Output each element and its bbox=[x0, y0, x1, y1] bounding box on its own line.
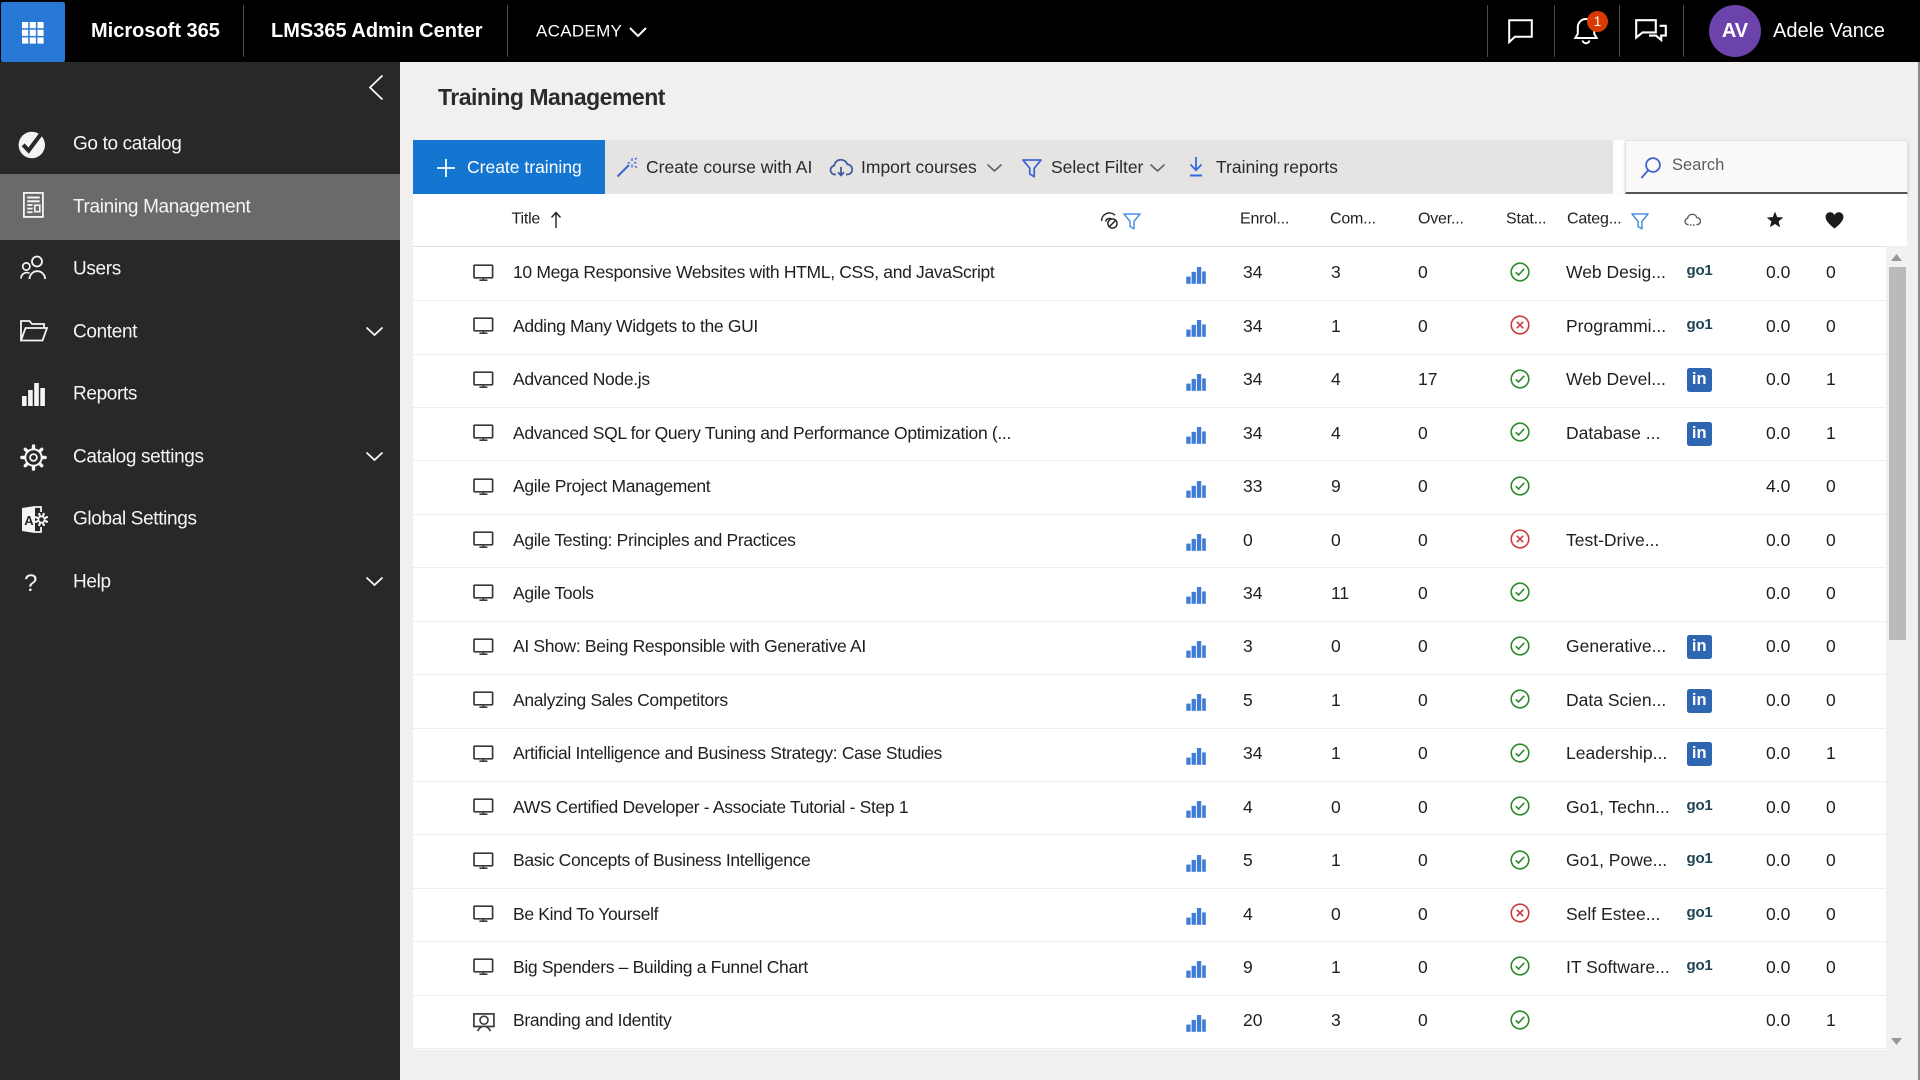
svg-text:A: A bbox=[24, 513, 34, 528]
